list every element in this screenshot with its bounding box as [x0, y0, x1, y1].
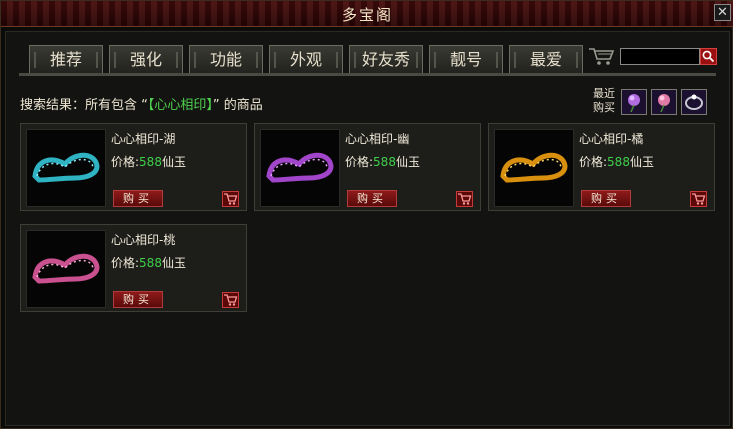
tab-favorites[interactable]: 最爱 — [509, 45, 583, 73]
buy-button[interactable]: 购买 — [113, 190, 163, 207]
search-result-text: 搜索结果：所有包含 “【心心相印】” 的商品 — [20, 94, 263, 113]
product-thumbnail[interactable] — [494, 129, 574, 207]
add-to-cart-icon[interactable] — [456, 191, 473, 207]
tab-vanity-id[interactable]: 靓号 — [429, 45, 503, 73]
product-name: 心心相印-桃 — [111, 233, 176, 247]
product-card[interactable]: 心心相印-幽 价格:588仙玉 购买 — [254, 123, 481, 211]
buy-button[interactable]: 购买 — [347, 190, 397, 207]
product-price: 价格:588仙玉 — [345, 155, 420, 169]
tab-enhance[interactable]: 强化 — [109, 45, 183, 73]
buy-button[interactable]: 购买 — [113, 291, 163, 308]
heart-effect-icon — [32, 152, 100, 183]
product-thumbnail[interactable] — [260, 129, 340, 207]
title-bar[interactable]: 多宝阁 ✕ — [1, 1, 733, 27]
heart-effect-icon — [266, 152, 334, 183]
buy-button[interactable]: 购买 — [581, 190, 631, 207]
heart-effect-icon — [500, 152, 568, 183]
tab-appearance[interactable]: 外观 — [269, 45, 343, 73]
product-name: 心心相印-橘 — [579, 132, 644, 146]
tab-function[interactable]: 功能 — [189, 45, 263, 73]
recent-item-3[interactable] — [681, 89, 707, 115]
product-card[interactable]: 心心相印-橘 价格:588仙玉 购买 — [488, 123, 715, 211]
product-name: 心心相印-幽 — [345, 132, 410, 146]
product-price: 价格:588仙玉 — [111, 256, 186, 270]
search-input[interactable] — [620, 48, 700, 65]
recent-item-2[interactable] — [651, 89, 677, 115]
result-keyword: 【心心相印】 — [147, 98, 213, 113]
tab-friend-show[interactable]: 好友秀 — [349, 45, 423, 73]
shopping-cart-icon[interactable] — [588, 46, 616, 66]
search-button[interactable] — [700, 48, 717, 65]
product-name: 心心相印-湖 — [111, 132, 176, 146]
add-to-cart-icon[interactable] — [690, 191, 707, 207]
product-card[interactable]: 心心相印-桃 价格:588仙玉 购买 — [20, 224, 247, 312]
shop-window: 多宝阁 ✕ 推荐 强化 功能 外观 好友秀 靓号 最爱 搜索结果：所有包含 “【… — [0, 0, 733, 429]
product-thumbnail[interactable] — [26, 129, 106, 207]
recent-item-1[interactable] — [621, 89, 647, 115]
add-to-cart-icon[interactable] — [222, 191, 239, 207]
result-prefix: 搜索结果：所有包含 “ — [20, 98, 148, 113]
silver-ring-icon — [685, 94, 703, 110]
heart-effect-icon — [32, 253, 100, 284]
result-suffix: ” 的商品 — [212, 98, 263, 113]
product-thumbnail[interactable] — [26, 230, 106, 308]
purple-rose-icon — [628, 94, 640, 113]
product-price: 价格:588仙玉 — [579, 155, 654, 169]
product-card[interactable]: 心心相印-湖 价格:588仙玉 购买 — [20, 123, 247, 211]
tab-divider — [19, 73, 716, 76]
window-title: 多宝阁 — [341, 6, 393, 24]
recent-purchase-label: 最近 购买 — [593, 87, 615, 114]
add-to-cart-icon[interactable] — [222, 292, 239, 308]
pink-rose-icon — [658, 94, 670, 113]
product-price: 价格:588仙玉 — [111, 155, 186, 169]
search-icon — [702, 50, 715, 63]
close-button[interactable]: ✕ — [714, 4, 731, 21]
tab-recommend[interactable]: 推荐 — [29, 45, 103, 73]
